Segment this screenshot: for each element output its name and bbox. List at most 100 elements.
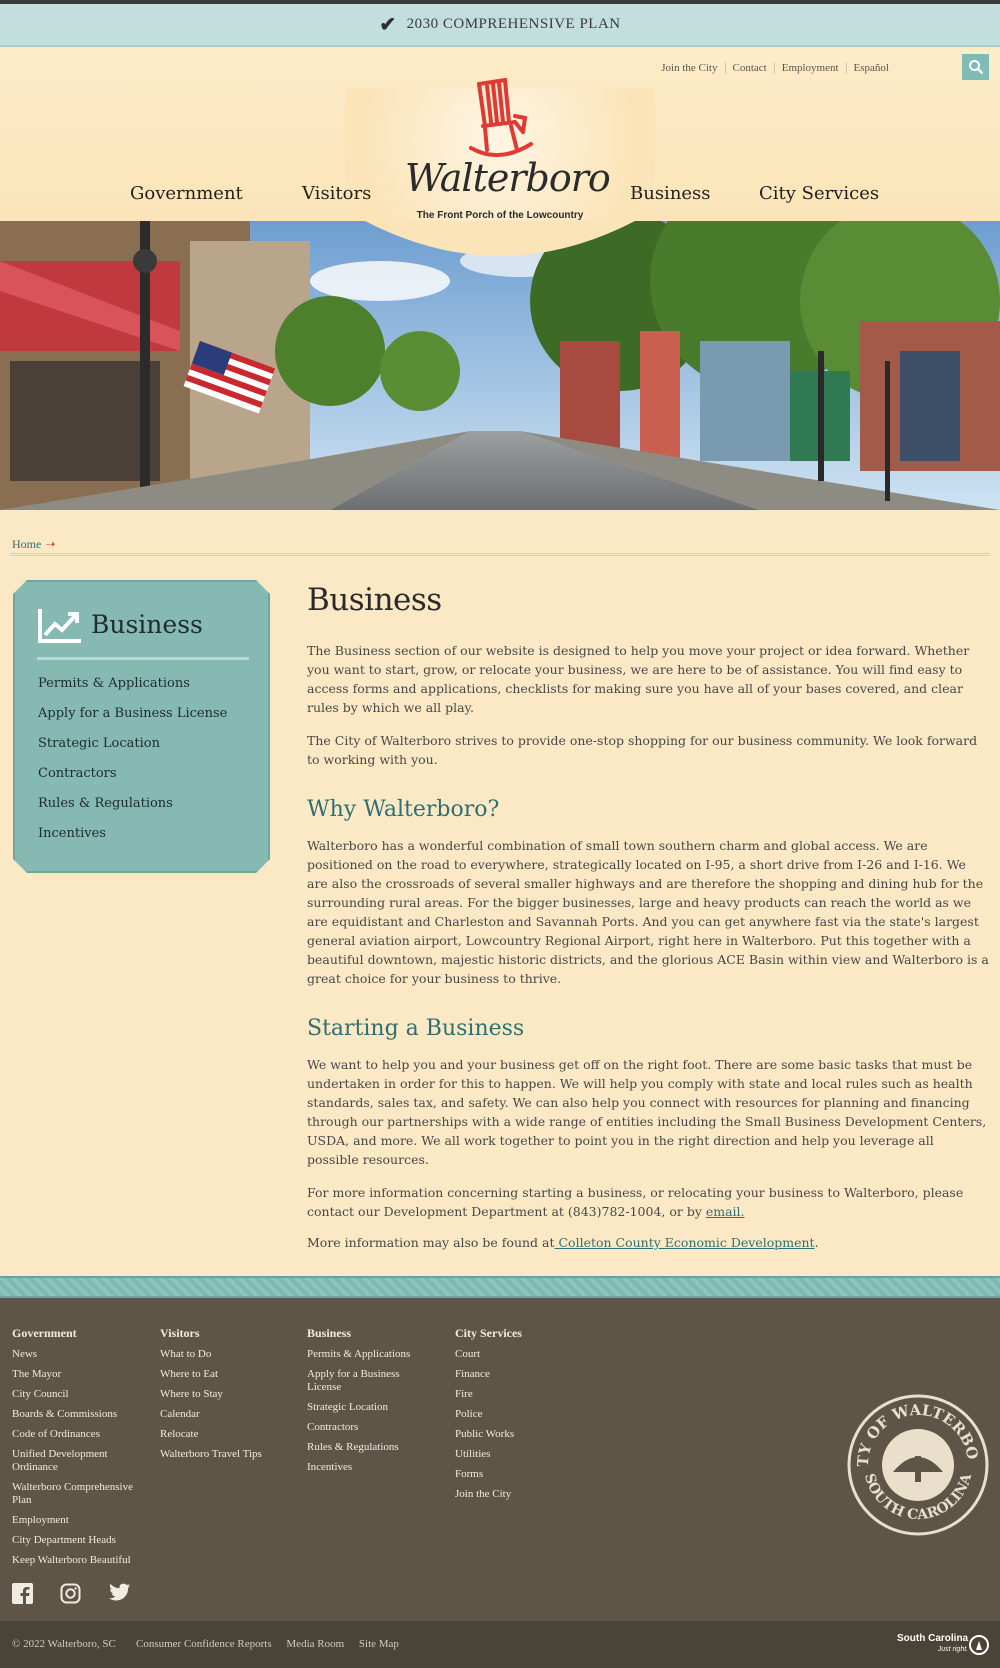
banner-text: 2030 COMPREHENSIVE PLAN bbox=[406, 16, 621, 32]
search-button[interactable] bbox=[962, 54, 989, 80]
bottom-bar: © 2022 Walterboro, SC Consumer Confidenc… bbox=[0, 1621, 1000, 1668]
starting-business-paragraph: We want to help you and your business ge… bbox=[307, 1057, 987, 1167]
intro-paragraph-1: The Business section of our website is d… bbox=[307, 643, 970, 715]
nav-government[interactable]: Government bbox=[130, 183, 243, 204]
sidebar-item-permits[interactable]: Permits & Applications bbox=[38, 676, 227, 706]
why-walterboro-heading: Why Walterboro? bbox=[307, 797, 500, 822]
twitter-icon[interactable] bbox=[108, 1583, 131, 1606]
utility-employment-link[interactable]: Employment bbox=[773, 62, 846, 74]
contact-text: For more information concerning starting… bbox=[307, 1185, 964, 1219]
footer-link[interactable]: Where to Stay bbox=[160, 1388, 262, 1401]
footer-link[interactable]: Keep Walterboro Beautiful bbox=[12, 1554, 152, 1567]
footer-link[interactable]: The Mayor bbox=[12, 1368, 152, 1381]
utility-espanol-link[interactable]: Español bbox=[845, 62, 896, 74]
sc-badge-text: South Carolina bbox=[897, 1633, 969, 1644]
footer-link[interactable]: Unified Development Ordinance bbox=[12, 1448, 142, 1474]
footer-heading-city-services[interactable]: City Services bbox=[455, 1326, 522, 1341]
palmetto-moon-icon bbox=[969, 1635, 989, 1655]
footer-link[interactable]: Code of Ordinances bbox=[12, 1428, 152, 1441]
footer-link[interactable]: Utilities bbox=[455, 1448, 522, 1461]
logo-tagline: The Front Porch of the Lowcountry bbox=[416, 210, 584, 221]
footer-col-visitors: Visitors What to Do Where to Eat Where t… bbox=[160, 1326, 262, 1468]
footer-link[interactable]: Relocate bbox=[160, 1428, 262, 1441]
footer-link[interactable]: Strategic Location bbox=[307, 1401, 427, 1414]
section-sidebar: Business Permits & Applications Apply fo… bbox=[13, 580, 270, 873]
footer-link[interactable]: Finance bbox=[455, 1368, 522, 1381]
footer-link[interactable]: Apply for a Business License bbox=[307, 1368, 427, 1394]
media-room-link[interactable]: Media Room bbox=[286, 1638, 344, 1650]
footer-link[interactable]: Rules & Regulations bbox=[307, 1441, 427, 1454]
site-map-link[interactable]: Site Map bbox=[359, 1638, 399, 1650]
footer-link[interactable]: Police bbox=[455, 1408, 522, 1421]
utility-join-link[interactable]: Join the City bbox=[654, 62, 724, 74]
sc-badge-tagline: Just right. bbox=[937, 1646, 969, 1653]
consumer-confidence-link[interactable]: Consumer Confidence Reports bbox=[136, 1638, 272, 1650]
sidebar-item-business-license[interactable]: Apply for a Business License bbox=[38, 706, 227, 736]
footer-link[interactable]: What to Do bbox=[160, 1348, 262, 1361]
footer-link[interactable]: Join the City bbox=[455, 1488, 522, 1501]
email-link[interactable]: email. bbox=[706, 1204, 745, 1219]
why-walterboro-paragraph: Walterboro has a wonderful combination o… bbox=[307, 838, 989, 986]
instagram-icon[interactable] bbox=[60, 1583, 81, 1608]
intro-paragraph-2: The City of Walterboro strives to provid… bbox=[307, 733, 978, 767]
search-icon bbox=[968, 60, 983, 75]
sidebar-title: Business bbox=[91, 610, 203, 639]
footer-link[interactable]: Walterboro Comprehensive Plan bbox=[12, 1481, 152, 1507]
rocking-chair-icon bbox=[469, 78, 533, 158]
footer-heading-visitors[interactable]: Visitors bbox=[160, 1326, 262, 1341]
sidebar-divider bbox=[37, 657, 249, 660]
colleton-county-link[interactable]: Colleton County Economic Development bbox=[555, 1235, 814, 1250]
breadcrumb-home[interactable]: Home bbox=[12, 537, 41, 551]
footer-link[interactable]: Contractors bbox=[307, 1421, 427, 1434]
main-content: Business The Business section of our web… bbox=[307, 580, 989, 1252]
footer-link[interactable]: News bbox=[12, 1348, 152, 1361]
footer-link[interactable]: Permits & Applications bbox=[307, 1348, 427, 1361]
more-info-end: . bbox=[814, 1235, 819, 1250]
more-info-text: More information may also be found at bbox=[307, 1235, 555, 1250]
footer-link[interactable]: Walterboro Travel Tips bbox=[160, 1448, 262, 1461]
breadcrumb: Home ➝ bbox=[12, 537, 55, 552]
starting-business-heading: Starting a Business bbox=[307, 1016, 525, 1041]
footer-link[interactable]: City Council bbox=[12, 1388, 152, 1401]
nav-business[interactable]: Business bbox=[630, 183, 711, 204]
sidebar-item-rules[interactable]: Rules & Regulations bbox=[38, 796, 227, 826]
logo-wordmark: Walterboro bbox=[405, 156, 611, 200]
sidebar-item-contractors[interactable]: Contractors bbox=[38, 766, 227, 796]
footer-link[interactable]: Fire bbox=[455, 1388, 522, 1401]
trending-up-icon bbox=[37, 606, 83, 644]
checkmark-icon: ✔ bbox=[379, 14, 397, 36]
footer-link[interactable]: Court bbox=[455, 1348, 522, 1361]
south-carolina-badge[interactable]: South Carolina Just right. bbox=[897, 1634, 968, 1655]
footer-link[interactable]: Incentives bbox=[307, 1461, 427, 1474]
arrow-right-icon: ➝ bbox=[45, 537, 56, 551]
downtown-street-photo bbox=[0, 221, 1000, 510]
sidebar-item-incentives[interactable]: Incentives bbox=[38, 826, 227, 856]
footer-link[interactable]: Boards & Commissions bbox=[12, 1408, 152, 1421]
copyright: © 2022 Walterboro, SC bbox=[12, 1638, 116, 1650]
footer-col-government: Government News The Mayor City Council B… bbox=[12, 1326, 152, 1574]
footer-heading-government[interactable]: Government bbox=[12, 1326, 152, 1341]
utility-contact-link[interactable]: Contact bbox=[724, 62, 774, 74]
nav-visitors[interactable]: Visitors bbox=[302, 183, 371, 204]
footer-heading-business[interactable]: Business bbox=[307, 1326, 427, 1341]
footer-link[interactable]: Forms bbox=[455, 1468, 522, 1481]
bottom-links: Consumer Confidence Reports Media Room S… bbox=[136, 1638, 411, 1650]
footer-link[interactable]: Public Works bbox=[455, 1428, 522, 1441]
hero-image bbox=[0, 221, 1000, 510]
sidebar-menu: Permits & Applications Apply for a Busin… bbox=[38, 676, 227, 856]
footer-link[interactable]: Where to Eat bbox=[160, 1368, 262, 1381]
footer-link[interactable]: Calendar bbox=[160, 1408, 262, 1421]
sidebar-item-strategic-location[interactable]: Strategic Location bbox=[38, 736, 227, 766]
footer-pattern-band bbox=[0, 1276, 1000, 1298]
footer-link[interactable]: City Department Heads bbox=[12, 1534, 152, 1547]
facebook-icon[interactable] bbox=[12, 1583, 33, 1608]
more-info-paragraph: More information may also be found at Co… bbox=[307, 1233, 989, 1252]
comprehensive-plan-banner[interactable]: ✔ 2030 COMPREHENSIVE PLAN bbox=[0, 4, 1000, 47]
contact-paragraph: For more information concerning starting… bbox=[307, 1183, 989, 1221]
site-logo[interactable]: Walterboro The Front Porch of the Lowcou… bbox=[405, 78, 611, 228]
city-seal: CITY OF WALTERBORO SOUTH CAROLINA bbox=[847, 1394, 989, 1536]
footer-col-city-services: City Services Court Finance Fire Police … bbox=[455, 1326, 522, 1508]
nav-city-services[interactable]: City Services bbox=[759, 183, 879, 204]
breadcrumb-divider bbox=[10, 553, 990, 556]
footer-link[interactable]: Employment bbox=[12, 1514, 152, 1527]
